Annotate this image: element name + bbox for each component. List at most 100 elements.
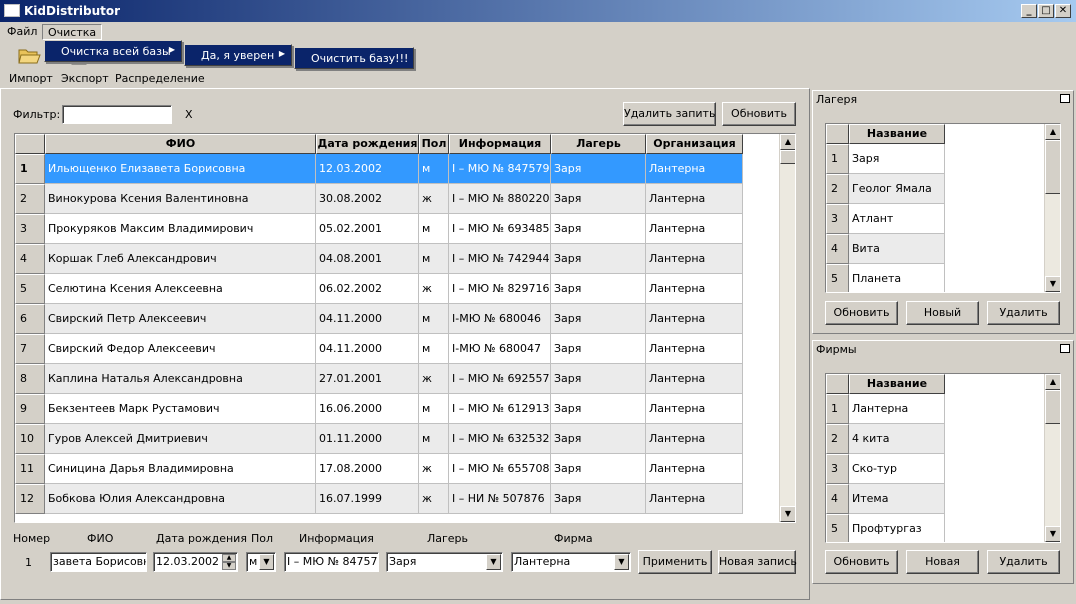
cell-sex[interactable]: ж bbox=[419, 184, 449, 214]
firms-refresh-button[interactable]: Обновить bbox=[825, 550, 898, 574]
cell-dob[interactable]: 16.07.1999 bbox=[316, 484, 419, 514]
table-row[interactable]: 2 Винокурова Ксения Валентиновна 30.08.200… bbox=[15, 184, 743, 214]
cell-fio[interactable]: Бекзентеев Марк Рустамович bbox=[45, 394, 316, 424]
maximize-button[interactable]: □ bbox=[1038, 4, 1054, 18]
row-header[interactable]: 11 bbox=[15, 454, 45, 484]
row-header[interactable]: 2 bbox=[826, 174, 849, 204]
table-row[interactable]: 5 Селютина Ксения Алексеевна 06.02.2002 ж I … bbox=[15, 274, 743, 304]
list-item[interactable]: 4 Вита bbox=[826, 234, 945, 264]
spin-up-icon[interactable]: ▲ bbox=[222, 554, 236, 562]
cell-dob[interactable]: 17.08.2000 bbox=[316, 454, 419, 484]
spin-down-icon[interactable]: ▼ bbox=[222, 562, 236, 570]
cell-dob[interactable]: 04.11.2000 bbox=[316, 304, 419, 334]
camps-delete-button[interactable]: Удалить bbox=[987, 301, 1060, 325]
import-button[interactable]: Импорт bbox=[9, 72, 53, 85]
cell-org[interactable]: Лантерна bbox=[646, 364, 743, 394]
camps-new-button[interactable]: Новый bbox=[906, 301, 979, 325]
cell-dob[interactable]: 01.11.2000 bbox=[316, 424, 419, 454]
chevron-down-icon[interactable]: ▼ bbox=[614, 554, 629, 570]
minimize-button[interactable]: _ bbox=[1021, 4, 1037, 18]
cell-sex[interactable]: м bbox=[419, 304, 449, 334]
list-item[interactable]: 24 кита bbox=[826, 424, 945, 454]
row-header[interactable]: 5 bbox=[826, 514, 849, 542]
list-item[interactable]: 3 Ско-тур bbox=[826, 454, 945, 484]
cell-info[interactable]: I – МЮ № 612913 bbox=[449, 394, 551, 424]
row-header[interactable]: 3 bbox=[826, 454, 849, 484]
cell-info[interactable]: I – МЮ № 847579 bbox=[449, 154, 551, 184]
close-button[interactable]: ✕ bbox=[1055, 4, 1071, 18]
cell-sex[interactable]: м bbox=[419, 394, 449, 424]
cell-camp[interactable]: Заря bbox=[551, 334, 646, 364]
row-header[interactable]: 2 bbox=[826, 424, 849, 454]
cell-org[interactable]: Лантерна bbox=[646, 214, 743, 244]
firms-scrollbar[interactable]: ▲ ▼ bbox=[1044, 374, 1060, 542]
cell-fio[interactable]: Селютина Ксения Алексеевна bbox=[45, 274, 316, 304]
cell-info[interactable]: I – МЮ № 742944 bbox=[449, 244, 551, 274]
scroll-thumb[interactable] bbox=[780, 150, 795, 164]
export-button[interactable]: Экспорт bbox=[61, 72, 109, 85]
delete-record-button[interactable]: Удалить запить bbox=[623, 102, 716, 126]
cell-sex[interactable]: ж bbox=[419, 274, 449, 304]
row-header[interactable]: 2 bbox=[15, 184, 45, 214]
list-item[interactable]: 5 Планета bbox=[826, 264, 945, 292]
cell-camp[interactable]: Заря bbox=[551, 394, 646, 424]
row-header[interactable]: 1 bbox=[826, 144, 849, 174]
menu-yes-sure[interactable]: Да, я уверен bbox=[201, 49, 274, 62]
firms-new-button[interactable]: Новая bbox=[906, 550, 979, 574]
table-row[interactable]: 9 Бекзентеев Марк Рустамович 16.06.2000 м I … bbox=[15, 394, 743, 424]
menu-clear-db[interactable]: Очистить базу!!! bbox=[311, 52, 408, 65]
cell-name[interactable]: Планета bbox=[849, 264, 945, 292]
menu-clean[interactable]: Очистка bbox=[42, 24, 103, 40]
list-item[interactable]: 2 Геолог Ямала bbox=[826, 174, 945, 204]
cell-dob[interactable]: 06.02.2002 bbox=[316, 274, 419, 304]
cell-name[interactable]: 4 кита bbox=[849, 424, 945, 454]
form-firm-select[interactable]: Лантерна ▼ bbox=[511, 552, 631, 572]
scroll-up-icon[interactable]: ▲ bbox=[1045, 374, 1060, 390]
apply-button[interactable]: Применить bbox=[638, 550, 712, 574]
cell-info[interactable]: I – МЮ № 829716 bbox=[449, 274, 551, 304]
row-header[interactable]: 1 bbox=[15, 154, 45, 184]
row-header[interactable]: 4 bbox=[826, 484, 849, 514]
cell-camp[interactable]: Заря bbox=[551, 154, 646, 184]
cell-info[interactable]: I – МЮ № 693485 bbox=[449, 214, 551, 244]
list-item[interactable]: 1 Лантерна bbox=[826, 394, 945, 424]
refresh-button[interactable]: Обновить bbox=[722, 102, 796, 126]
cell-sex[interactable]: м bbox=[419, 334, 449, 364]
firms-delete-button[interactable]: Удалить bbox=[987, 550, 1060, 574]
camps-col-name[interactable]: Название bbox=[849, 124, 945, 144]
cell-camp[interactable]: Заря bbox=[551, 484, 646, 514]
restore-icon[interactable] bbox=[1060, 344, 1070, 353]
cell-fio[interactable]: Гуров Алексей Дмитриевич bbox=[45, 424, 316, 454]
cell-fio[interactable]: Ильющенко Елизавета Борисовна bbox=[45, 154, 316, 184]
table-row[interactable]: 8 Каплина Наталья Александровна 27.01.2001… bbox=[15, 364, 743, 394]
row-header[interactable]: 3 bbox=[15, 214, 45, 244]
restore-icon[interactable] bbox=[1060, 94, 1070, 103]
form-info-input[interactable]: I – МЮ № 847579 bbox=[284, 552, 379, 572]
filter-clear-button[interactable]: X bbox=[185, 108, 193, 121]
chevron-down-icon[interactable]: ▼ bbox=[486, 554, 501, 570]
distribute-button[interactable]: Распределение bbox=[115, 72, 205, 85]
cell-camp[interactable]: Заря bbox=[551, 364, 646, 394]
cell-info[interactable]: I-МЮ № 680046 bbox=[449, 304, 551, 334]
cell-org[interactable]: Лантерна bbox=[646, 304, 743, 334]
cell-dob[interactable]: 16.06.2000 bbox=[316, 394, 419, 424]
cell-name[interactable]: Профтургаз bbox=[849, 514, 945, 542]
cell-camp[interactable]: Заря bbox=[551, 214, 646, 244]
scroll-down-icon[interactable]: ▼ bbox=[1045, 276, 1060, 292]
cell-sex[interactable]: ж bbox=[419, 364, 449, 394]
table-row[interactable]: 3 Прокуряков Максим Владимирович 05.02.200… bbox=[15, 214, 743, 244]
col-dob[interactable]: Дата рождения bbox=[316, 134, 419, 154]
table-row[interactable]: 7 Свирский Федор Алексеевич 04.11.2000 м I-М… bbox=[15, 334, 743, 364]
row-header[interactable]: 3 bbox=[826, 204, 849, 234]
cell-dob[interactable]: 12.03.2002 bbox=[316, 154, 419, 184]
cell-dob[interactable]: 04.08.2001 bbox=[316, 244, 419, 274]
cell-name[interactable]: Геолог Ямала bbox=[849, 174, 945, 204]
row-header[interactable]: 1 bbox=[826, 394, 849, 424]
col-sex[interactable]: Пол bbox=[419, 134, 449, 154]
cell-info[interactable]: I – МЮ № 692557 bbox=[449, 364, 551, 394]
cell-name[interactable]: Заря bbox=[849, 144, 945, 174]
form-camp-select[interactable]: Заря ▼ bbox=[386, 552, 503, 572]
row-header[interactable]: 9 bbox=[15, 394, 45, 424]
row-header[interactable]: 10 bbox=[15, 424, 45, 454]
new-record-button[interactable]: Новая запись bbox=[718, 550, 797, 574]
